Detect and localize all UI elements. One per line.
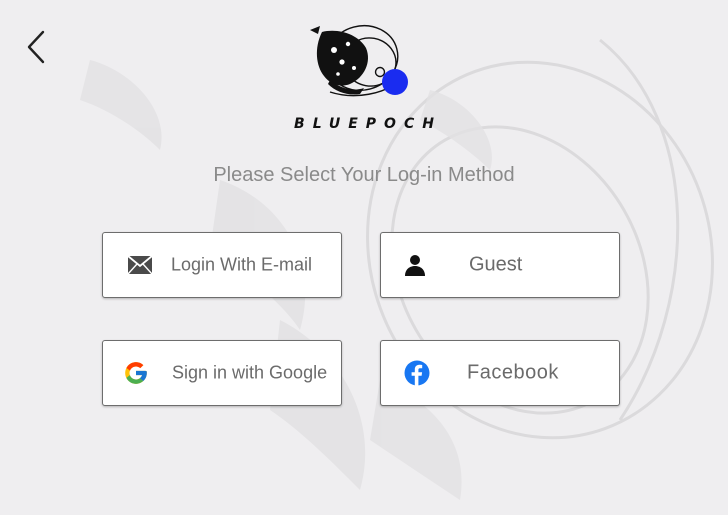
login-guest-button[interactable]: Guest <box>380 232 620 298</box>
facebook-icon <box>404 360 430 386</box>
google-icon <box>123 360 149 386</box>
chevron-left-icon <box>27 30 45 64</box>
login-email-label: Login With E-mail <box>171 254 313 275</box>
login-email-button[interactable]: Login With E-mail <box>102 232 342 298</box>
brand-name: BLUEPOCH <box>294 116 442 132</box>
person-icon <box>403 253 427 277</box>
login-facebook-button[interactable]: Facebook <box>380 340 620 406</box>
login-google-button[interactable]: Sign in with Google <box>102 340 342 406</box>
back-button[interactable] <box>20 28 52 66</box>
login-guest-label: Guest <box>469 253 523 276</box>
login-google-label: Sign in with Google <box>172 362 328 383</box>
login-method-prompt: Please Select Your Log-in Method <box>213 164 515 186</box>
bluepoch-logo <box>310 25 408 97</box>
login-facebook-label: Facebook <box>467 361 559 384</box>
envelope-icon <box>127 255 153 275</box>
